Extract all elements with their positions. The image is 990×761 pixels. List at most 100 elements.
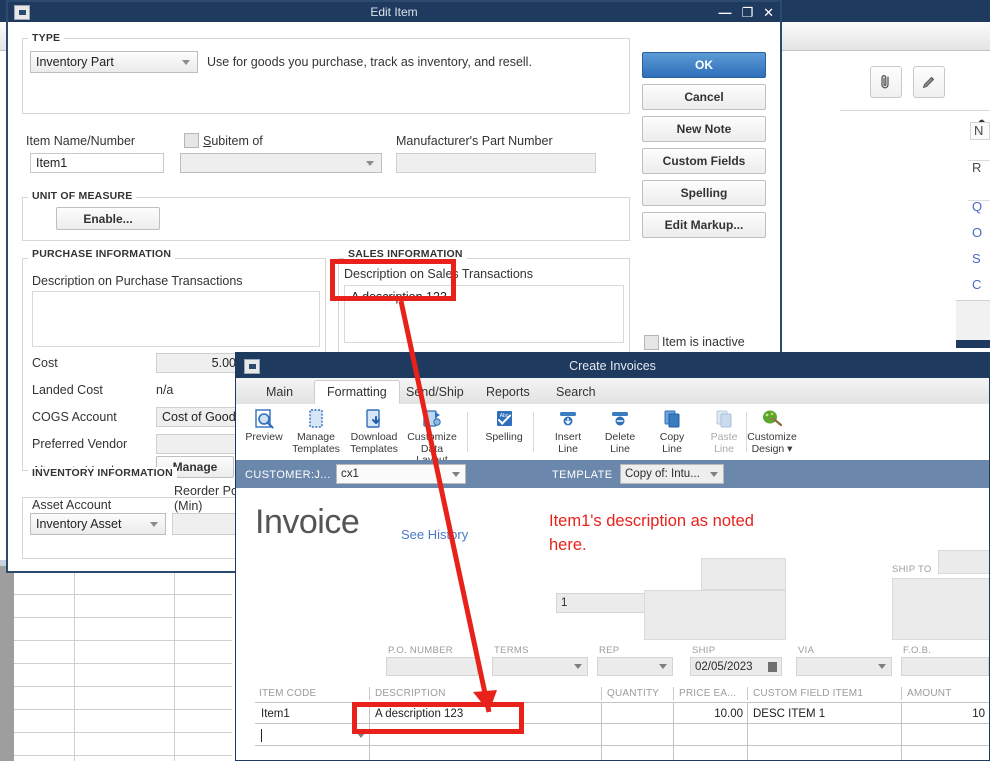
customer-template-bar: CUSTOMER:J... cx1 TEMPLATE Copy of: Intu…: [236, 460, 989, 488]
tab-reports[interactable]: Reports: [474, 380, 542, 404]
uom-enable-button[interactable]: Enable...: [56, 207, 160, 230]
manage-templates-button[interactable]: Manage Templates: [288, 408, 344, 455]
edit-item-button-column: OK Cancel New Note Custom Fields Spellin…: [642, 52, 764, 244]
window-controls: — ❐ ✕: [718, 2, 774, 22]
tab-formatting[interactable]: Formatting: [314, 380, 400, 404]
create-invoices-title-text: Create Invoices: [569, 359, 656, 373]
manage-templates-label-1: Manage: [297, 431, 335, 443]
edit-item-titlebar: Edit Item — ❐ ✕: [8, 2, 780, 22]
asset-account-label: Asset Account: [32, 498, 111, 512]
col-custom-field-item1: CUSTOM FIELD ITEM1: [753, 685, 903, 702]
system-menu-icon[interactable]: [244, 359, 260, 374]
sales-description-highlight: [330, 259, 456, 301]
edit-item-title-text: Edit Item: [370, 5, 417, 19]
bg-fragment-c[interactable]: C: [972, 277, 981, 292]
copy-line-button[interactable]: Copy Line: [644, 408, 700, 455]
delete-line-button[interactable]: Delete Line: [592, 408, 648, 455]
line-description-highlight: [352, 702, 524, 734]
cost-input[interactable]: 5.00: [156, 353, 242, 373]
insert-line-label-1: Insert: [555, 431, 581, 443]
tab-search[interactable]: Search: [544, 380, 608, 404]
customize-data-layout-button[interactable]: Customize Data Layout: [404, 408, 460, 467]
customize-design-button[interactable]: Customize Design ▾: [732, 408, 812, 455]
reorder-point-label-line2: (Min): [174, 499, 202, 513]
col-price-each: PRICE EA...: [679, 685, 749, 702]
row-price-each[interactable]: 10.00: [675, 703, 747, 724]
manufacturer-part-input[interactable]: [396, 153, 596, 173]
attach-icon[interactable]: [870, 66, 902, 98]
download-templates-button[interactable]: Download Templates: [346, 408, 402, 455]
tab-main[interactable]: Main: [254, 380, 305, 404]
ship-to-address-box[interactable]: [892, 578, 990, 640]
edit-markup-button[interactable]: Edit Markup...: [642, 212, 766, 238]
custom-fields-button[interactable]: Custom Fields: [642, 148, 766, 174]
manage-templates-label-2: Templates: [292, 443, 340, 455]
col-quantity: QUANTITY: [607, 685, 677, 702]
rep-label: REP: [599, 645, 619, 656]
calendar-icon[interactable]: [768, 662, 777, 672]
system-menu-icon[interactable]: [14, 5, 30, 20]
bg-fragment-field-n[interactable]: N: [970, 122, 990, 140]
bg-fragment-s[interactable]: S: [972, 251, 981, 266]
delete-line-label-1: Delete: [605, 431, 635, 443]
create-invoices-window: Create Invoices Main Formatting Send/Shi…: [235, 352, 990, 761]
see-history-link[interactable]: See History: [401, 527, 468, 542]
purchase-description-textarea[interactable]: [32, 291, 320, 347]
ribbon-toolbar: Preview Manage Templates Download Templa…: [236, 404, 989, 461]
invoice-heading: Invoice: [255, 503, 359, 542]
bg-fragment-q[interactable]: Q: [972, 199, 982, 214]
row-quantity[interactable]: [603, 703, 673, 724]
insert-line-button[interactable]: Insert Line: [540, 408, 596, 455]
fob-input[interactable]: [901, 657, 989, 676]
ribbon-separator-1: [467, 412, 468, 452]
customer-select[interactable]: cx1: [336, 464, 466, 484]
maximize-icon[interactable]: ❐: [741, 6, 753, 19]
app-divider: [840, 110, 990, 111]
customize-data-layout-label-1: Customize: [407, 431, 457, 443]
type-hint-text: Use for goods you purchase, track as inv…: [207, 55, 532, 69]
ship-to-name-input[interactable]: [938, 550, 990, 574]
preview-label-1: Preview: [245, 431, 282, 443]
bill-to-box-top[interactable]: [701, 558, 786, 590]
subitem-checkbox[interactable]: [184, 133, 199, 148]
app-footer-panel: [956, 300, 990, 341]
minimize-icon[interactable]: —: [718, 6, 731, 19]
invoice-sheet: Invoice See History Item1's description …: [236, 488, 989, 760]
via-select[interactable]: [796, 657, 892, 676]
spelling-button[interactable]: Spelling: [642, 180, 766, 206]
item-inactive-checkbox[interactable]: [644, 335, 659, 350]
row-amount[interactable]: 10: [903, 703, 989, 724]
pencil-glyph: [921, 74, 937, 90]
ship-date-label: SHIP: [692, 645, 715, 656]
edit-pencil-icon[interactable]: [913, 66, 945, 98]
item-name-input[interactable]: Item1: [30, 153, 164, 173]
customize-design-icon: [732, 408, 812, 430]
rep-select[interactable]: [597, 657, 673, 676]
terms-select[interactable]: [492, 657, 588, 676]
copy-line-label-1: Copy: [660, 431, 685, 443]
download-templates-icon: [346, 408, 402, 430]
bg-fragment-o[interactable]: O: [972, 225, 982, 240]
template-select[interactable]: Copy of: Intu...: [620, 464, 724, 484]
subitem-select[interactable]: [180, 153, 382, 173]
bill-to-box[interactable]: [644, 590, 786, 640]
asset-account-select[interactable]: Inventory Asset: [30, 513, 166, 535]
create-invoices-titlebar: Create Invoices: [236, 353, 989, 378]
fob-label: F.O.B.: [903, 645, 931, 656]
preview-button[interactable]: Preview: [236, 408, 292, 444]
spelling-label-1: Spelling: [485, 431, 522, 443]
customize-data-layout-icon: [404, 408, 460, 430]
type-group: [22, 38, 630, 114]
ship-date-input[interactable]: 02/05/2023: [690, 657, 782, 676]
col-description: DESCRIPTION: [375, 685, 595, 702]
po-number-input[interactable]: [386, 657, 478, 676]
ok-button[interactable]: OK: [642, 52, 766, 78]
type-group-legend: TYPE: [28, 32, 64, 44]
close-icon[interactable]: ✕: [763, 6, 774, 19]
item-type-select[interactable]: Inventory Part: [30, 51, 198, 73]
new-note-button[interactable]: New Note: [642, 116, 766, 142]
cancel-button[interactable]: Cancel: [642, 84, 766, 110]
spelling-button[interactable]: Abc Spelling: [476, 408, 532, 444]
row-custom-field-item1[interactable]: DESC ITEM 1: [749, 703, 901, 724]
tab-send-ship[interactable]: Send/Ship: [394, 380, 476, 404]
